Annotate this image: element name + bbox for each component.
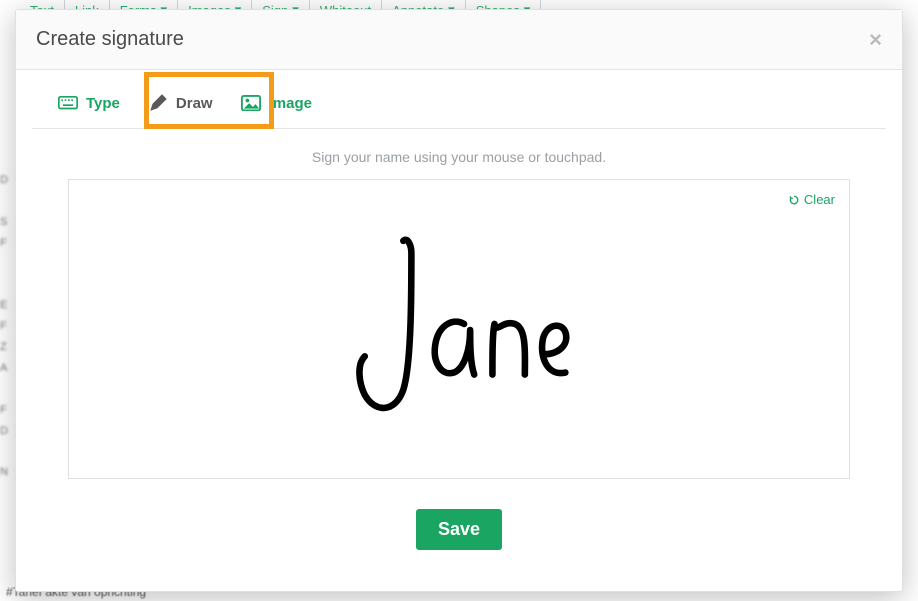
tab-type-label: Type [86, 95, 120, 112]
close-icon[interactable]: × [869, 29, 882, 51]
tab-image[interactable]: Image [227, 88, 326, 118]
signature-draw-canvas[interactable]: Clear [68, 179, 850, 479]
modal-title: Create signature [36, 28, 184, 51]
create-signature-modal: Create signature × Type Draw [15, 9, 903, 592]
modal-header: Create signature × [16, 10, 902, 70]
pencil-icon [148, 94, 168, 112]
tab-type[interactable]: Type [44, 88, 134, 118]
keyboard-icon [58, 94, 78, 112]
modal-footer: Save [32, 479, 886, 560]
image-icon [241, 94, 261, 112]
save-button[interactable]: Save [416, 509, 502, 550]
drawn-signature [69, 180, 849, 478]
instruction-text: Sign your name using your mouse or touch… [32, 149, 886, 165]
tab-image-label: Image [269, 95, 312, 112]
tab-draw[interactable]: Draw [134, 88, 227, 118]
signature-mode-tabs: Type Draw Image [32, 88, 886, 129]
modal-body: Type Draw Image [16, 70, 902, 591]
tab-draw-label: Draw [176, 95, 213, 112]
